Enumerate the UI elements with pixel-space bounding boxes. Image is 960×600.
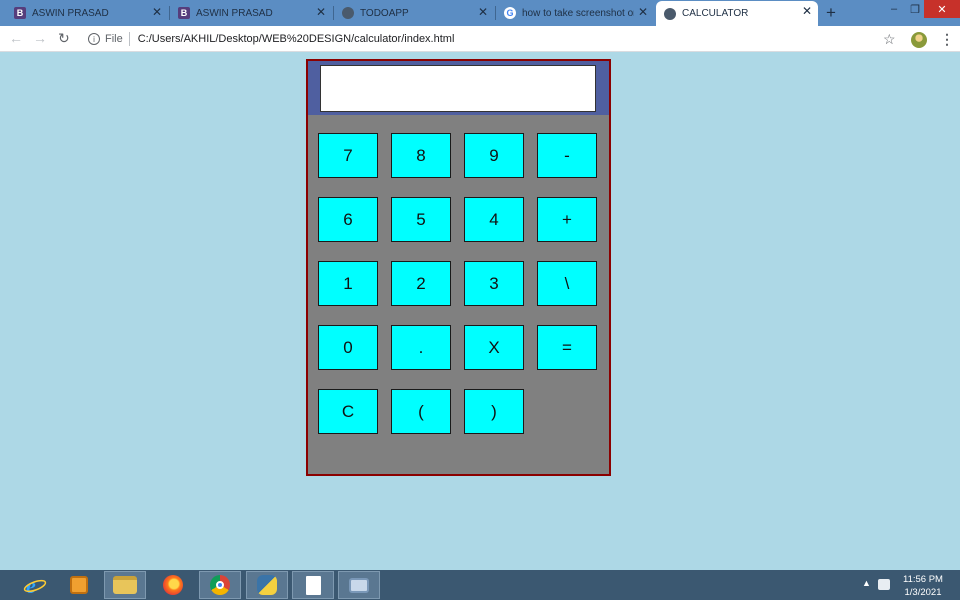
- keyboard-tray-icon[interactable]: [878, 579, 890, 590]
- key-open-paren[interactable]: (: [391, 389, 451, 434]
- key-9[interactable]: 9: [464, 133, 524, 178]
- calculator: 7 8 9 - 6 5 4 + 1 2 3 \ 0 . X = C ( ): [306, 59, 611, 476]
- python-icon[interactable]: [246, 571, 288, 599]
- close-icon[interactable]: ✕: [802, 4, 812, 18]
- key-7[interactable]: 7: [318, 133, 378, 178]
- file-explorer-icon[interactable]: [104, 571, 146, 599]
- network-drive-icon[interactable]: [338, 571, 380, 599]
- key-divide[interactable]: \: [537, 261, 597, 306]
- key-plus[interactable]: +: [537, 197, 597, 242]
- address-toolbar: ← → ↻ i File C:/Users/AKHIL/Desktop/WEB%…: [0, 26, 960, 52]
- bootstrap-icon: B: [14, 7, 26, 19]
- close-icon[interactable]: ✕: [316, 5, 326, 19]
- url-text[interactable]: C:/Users/AKHIL/Desktop/WEB%20DESIGN/calc…: [138, 33, 455, 45]
- tab-title: ASWIN PRASAD: [32, 7, 109, 19]
- tab-calculator[interactable]: CALCULATOR ✕: [656, 1, 818, 26]
- key-decimal[interactable]: .: [391, 325, 451, 370]
- key-4[interactable]: 4: [464, 197, 524, 242]
- tab-title: CALCULATOR: [682, 8, 749, 19]
- restore-button[interactable]: ❐: [906, 0, 924, 18]
- close-icon[interactable]: ✕: [638, 5, 648, 19]
- key-2[interactable]: 2: [391, 261, 451, 306]
- clock-date: 1/3/2021: [904, 587, 942, 598]
- key-equals[interactable]: =: [537, 325, 597, 370]
- key-5[interactable]: 5: [391, 197, 451, 242]
- tab-aswin-prasad-2[interactable]: B ASWIN PRASAD ✕: [170, 2, 332, 24]
- tab-aswin-prasad-1[interactable]: B ASWIN PRASAD ✕: [6, 2, 168, 24]
- minimize-button[interactable]: –: [882, 0, 906, 18]
- media-player-icon[interactable]: [58, 571, 100, 599]
- new-tab-button[interactable]: +: [826, 3, 836, 23]
- key-6[interactable]: 6: [318, 197, 378, 242]
- close-icon[interactable]: ✕: [152, 5, 162, 19]
- reload-button[interactable]: ↻: [58, 30, 70, 47]
- windows-taskbar: e: [0, 570, 960, 600]
- key-8[interactable]: 8: [391, 133, 451, 178]
- key-3[interactable]: 3: [464, 261, 524, 306]
- display-panel: [308, 61, 609, 115]
- key-1[interactable]: 1: [318, 261, 378, 306]
- globe-icon: [664, 7, 676, 20]
- bookmark-star-icon[interactable]: ☆: [883, 31, 896, 48]
- profile-avatar[interactable]: [911, 32, 927, 48]
- tray-expand-icon[interactable]: ▲: [862, 578, 871, 588]
- key-minus[interactable]: -: [537, 133, 597, 178]
- url-field[interactable]: i File C:/Users/AKHIL/Desktop/WEB%20DESI…: [82, 29, 902, 49]
- google-icon: G: [504, 7, 516, 19]
- bootstrap-icon: B: [178, 7, 190, 19]
- internet-explorer-icon[interactable]: e: [14, 571, 56, 599]
- firefox-icon[interactable]: [152, 571, 194, 599]
- key-0[interactable]: 0: [318, 325, 378, 370]
- tab-google-search[interactable]: G how to take screenshot on la ✕: [496, 2, 654, 24]
- back-button[interactable]: ←: [9, 30, 23, 46]
- close-icon[interactable]: ✕: [478, 5, 488, 19]
- browser-tab-strip: B ASWIN PRASAD ✕ B ASWIN PRASAD ✕ TODOAP…: [0, 0, 960, 26]
- clock-time: 11:56 PM: [903, 574, 943, 585]
- tab-title: how to take screenshot on la: [522, 7, 634, 19]
- tab-title: ASWIN PRASAD: [196, 7, 273, 19]
- url-divider: [128, 32, 130, 46]
- calculator-display[interactable]: [320, 65, 596, 112]
- notepad-icon[interactable]: [292, 571, 334, 599]
- key-clear[interactable]: C: [318, 389, 378, 434]
- taskbar-clock[interactable]: 11:56 PM 1/3/2021: [894, 573, 952, 599]
- window-close-button[interactable]: ✕: [924, 0, 960, 18]
- key-multiply[interactable]: X: [464, 325, 524, 370]
- menu-icon[interactable]: ⋮: [940, 31, 954, 48]
- forward-button[interactable]: →: [33, 30, 47, 46]
- globe-icon: [342, 7, 354, 19]
- tab-title: TODOAPP: [360, 7, 409, 19]
- url-scheme: File: [105, 33, 123, 45]
- chrome-icon[interactable]: [199, 571, 241, 599]
- key-close-paren[interactable]: ): [464, 389, 524, 434]
- info-icon[interactable]: i: [88, 33, 100, 45]
- tab-todoapp[interactable]: TODOAPP ✕: [334, 2, 494, 24]
